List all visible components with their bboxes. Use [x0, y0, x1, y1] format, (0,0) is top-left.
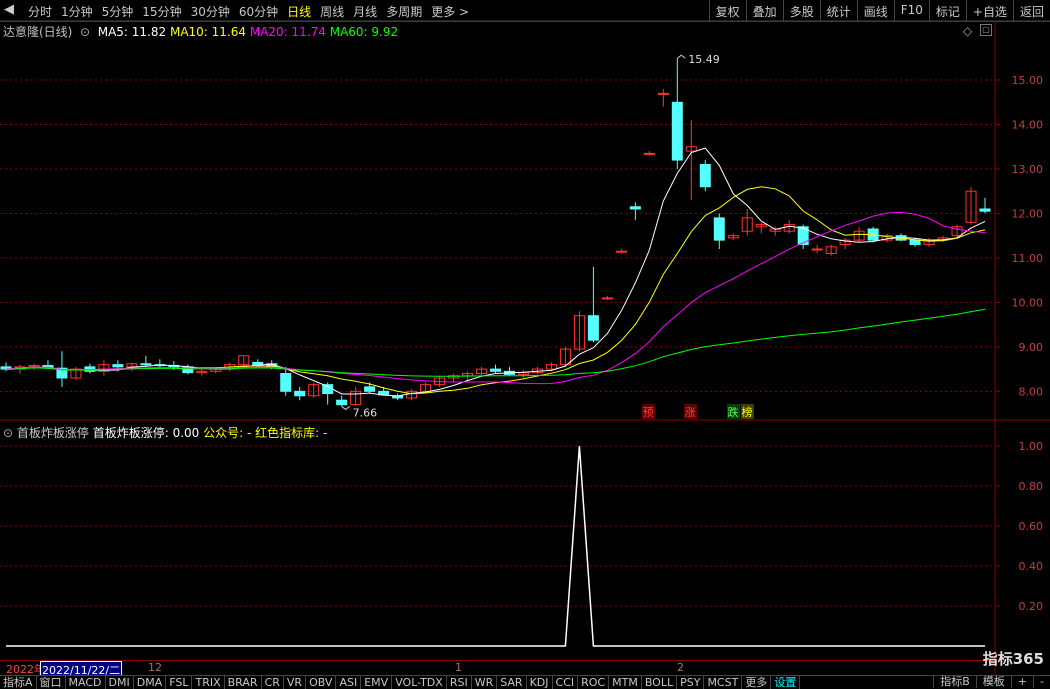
candle-body [294, 390, 306, 397]
candle-body [112, 364, 124, 368]
indicator-tab[interactable]: VOL-TDX [392, 676, 447, 689]
main-tick-label: 15.00 [1012, 74, 1044, 87]
signal-label: 预 [643, 406, 654, 419]
candle-body [364, 386, 376, 392]
candle-body [252, 361, 264, 366]
indicator-tab[interactable]: FSL [166, 676, 193, 689]
date-axis: 2022年 2022/11/22/二 12 1 2 [0, 660, 995, 679]
indicator-tab[interactable]: DMI [106, 676, 134, 689]
indicator-tab[interactable]: DMA [134, 676, 167, 689]
ind-tick-label: 0.20 [1019, 600, 1044, 613]
high-marker [677, 54, 686, 59]
candle-body [909, 239, 921, 246]
candle-body [811, 248, 823, 251]
signal-label: 榜 [742, 405, 753, 419]
bottom-tool-button[interactable]: 指标B [933, 675, 976, 688]
candle-body [699, 164, 711, 188]
indicator-tab[interactable]: KDJ [527, 676, 553, 689]
main-tick-label: 12.00 [1012, 207, 1044, 220]
indicator-tab[interactable]: RSI [447, 676, 472, 689]
indicator-tab[interactable]: 设置 [771, 676, 801, 689]
indicator-tab[interactable]: ROC [578, 676, 610, 689]
candle-body [713, 217, 725, 241]
indicator-tab[interactable]: ASI [336, 676, 362, 689]
indicator-tab[interactable]: 更多 [742, 676, 772, 689]
indicator-tab[interactable]: WR [472, 676, 498, 689]
ma10-line [5, 186, 986, 395]
ind-tick-label: 1.00 [1019, 440, 1044, 453]
indicator-tab[interactable]: MTM [609, 676, 642, 689]
indicator-tab[interactable]: SAR [497, 676, 527, 689]
ind-tick-label: 0.40 [1019, 560, 1044, 573]
chart-canvas[interactable]: 8.009.0010.0011.0012.0013.0014.0015.000.… [0, 0, 1050, 688]
bottom-tool-button[interactable]: + [1010, 675, 1033, 688]
indicator-tab[interactable]: CCI [553, 676, 579, 689]
candle-body [336, 399, 348, 406]
main-tick-label: 9.00 [1019, 341, 1044, 354]
main-tick-label: 11.00 [1012, 252, 1044, 265]
low-marker [341, 406, 350, 411]
indicator-tab[interactable]: 指标A [0, 676, 37, 689]
indicator-tabs: 指标A 窗口 MACD DMI DMA FSL TRIX BRAR CR VR OBV ASI EMV V… [0, 675, 1050, 689]
bottom-right-tools: 指标B 模板 + - [933, 675, 1050, 688]
main-tick-label: 10.00 [1012, 296, 1044, 309]
indicator-tab[interactable]: PSY [677, 676, 705, 689]
main-tick-label: 8.00 [1019, 385, 1044, 398]
low-label: 7.66 [353, 406, 378, 419]
bottom-tool-button[interactable]: 模板 [975, 675, 1011, 688]
candle-body [490, 368, 501, 372]
indicator-tab[interactable]: MCST [704, 676, 743, 689]
month-1-label: 1 [455, 661, 462, 674]
indicator-tab[interactable]: MACD [66, 676, 106, 689]
candle-body [979, 208, 991, 212]
indicator-tab[interactable]: VR [284, 676, 307, 689]
candle-body [601, 297, 613, 300]
ind-tick-label: 0.60 [1019, 520, 1044, 533]
indicator-tab[interactable]: BRAR [225, 676, 262, 689]
indicator-tab[interactable]: 窗口 [37, 676, 66, 689]
indicator-tab[interactable]: BOLL [642, 676, 678, 689]
main-tick-label: 14.00 [1012, 118, 1044, 131]
ma20-line [5, 211, 986, 385]
indicator-tab[interactable]: CR [262, 676, 284, 689]
candle-body [280, 373, 292, 392]
month-12-label: 12 [148, 661, 162, 674]
signal-label: 涨 [685, 406, 696, 419]
candle-body [657, 92, 669, 95]
indicator-tab[interactable]: TRIX [192, 676, 225, 689]
candle-body [615, 250, 627, 253]
indicator-tab[interactable]: OBV [306, 676, 337, 689]
candle-body [643, 152, 655, 155]
main-tick-label: 13.00 [1012, 163, 1044, 176]
high-label: 15.49 [688, 53, 720, 66]
signal-label: 跌 [728, 405, 739, 419]
candle-body [629, 206, 641, 210]
ind-tick-label: 0.80 [1019, 480, 1044, 493]
candle-body [587, 315, 599, 341]
candle-body [140, 363, 152, 366]
candle-body [671, 101, 683, 161]
indicator-tab[interactable]: EMV [361, 676, 393, 689]
ma5-line [5, 147, 986, 397]
month-2-label: 2 [677, 661, 684, 674]
indicator-line [6, 445, 985, 647]
bottom-tool-button[interactable]: - [1033, 675, 1050, 688]
site-logo: 指标365 [982, 650, 1044, 668]
